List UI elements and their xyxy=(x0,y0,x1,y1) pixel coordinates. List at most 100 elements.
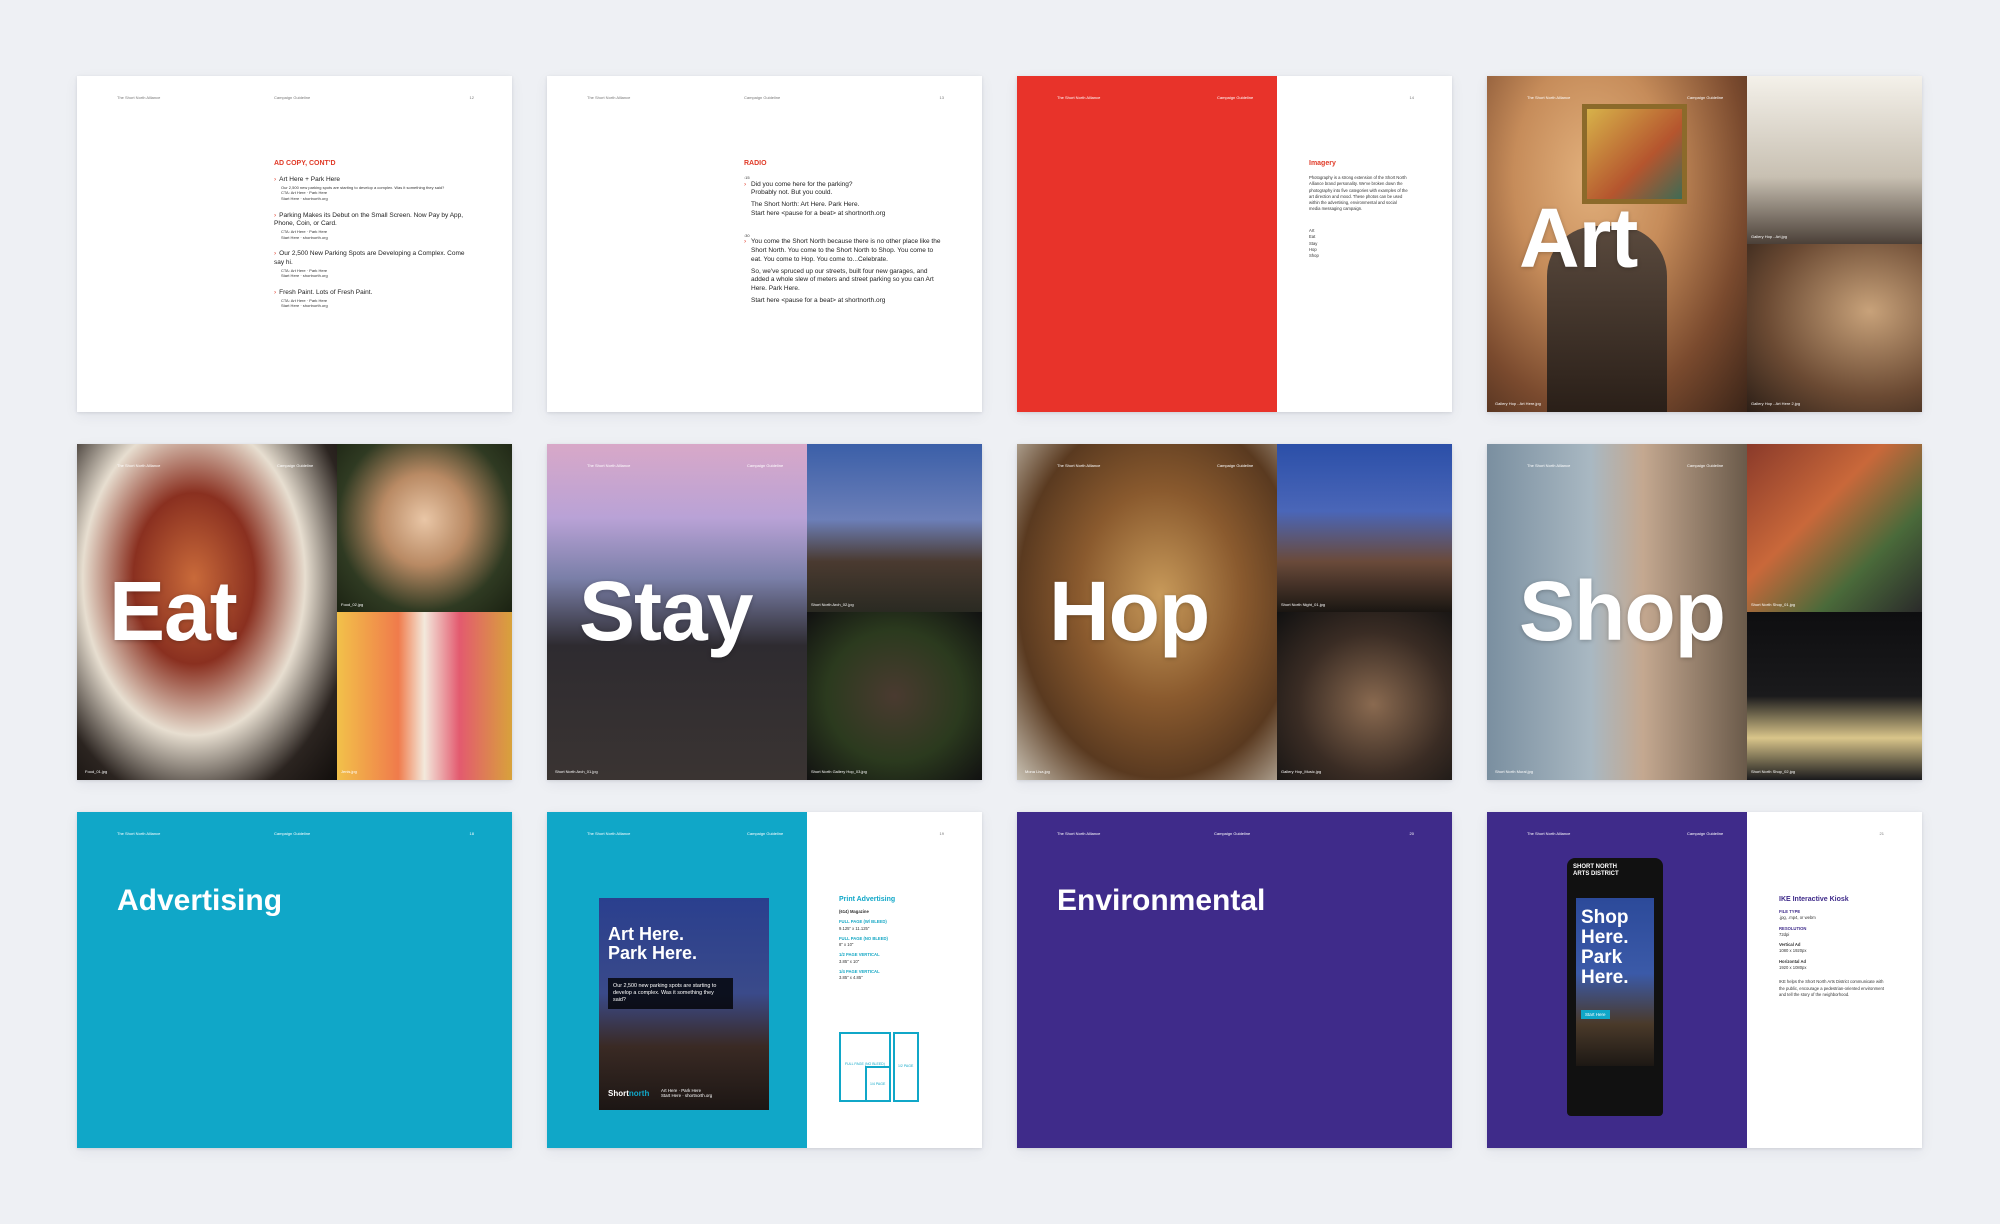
arch-photo xyxy=(807,444,982,612)
category-word: Eat xyxy=(109,564,238,658)
page-environmental[interactable]: The Short North Alliance Campaign Guidel… xyxy=(1017,812,1452,1148)
page-number: 19 xyxy=(939,831,944,836)
page-print-advertising[interactable]: The Short North Alliance Campaign Guidel… xyxy=(547,812,982,1148)
print-ad-mockup: Art Here. Park Here. Our 2,500 new parki… xyxy=(599,898,769,1110)
photo-caption: Short North Gallery Hop_03.jpg xyxy=(811,769,867,774)
section-title: AD COPY, CONT'D xyxy=(274,160,336,167)
page-header-middle: Campaign Guideline xyxy=(274,95,311,100)
page-advertising[interactable]: The Short North Alliance Campaign Guidel… xyxy=(77,812,512,1148)
photo-caption: Short North Shop_01.jpg xyxy=(1751,602,1796,607)
half-page-diagram: 1/2 PAGE xyxy=(893,1032,919,1102)
page-header-middle: Campaign Guideline xyxy=(1687,831,1724,836)
page-header-middle: Campaign Guideline xyxy=(747,831,784,836)
section-title: Advertising xyxy=(117,884,283,917)
page-header-left: The Short North Alliance xyxy=(117,831,161,836)
painter-photo xyxy=(1747,244,1922,412)
page-ad-copy[interactable]: The Short North Alliance Campaign Guidel… xyxy=(77,76,512,412)
page-art[interactable]: The Short North Alliance Campaign Guidel… xyxy=(1487,76,1922,412)
page-shop[interactable]: The Short North Alliance Campaign Guidel… xyxy=(1487,444,1922,780)
photo-caption: Jenis.jpg xyxy=(341,769,357,774)
radio-spots: :15 › Did you come here for the parking?… xyxy=(744,175,941,304)
photo-caption: Food_02.jpg xyxy=(341,602,364,607)
page-header-left: The Short North Alliance xyxy=(1057,831,1101,836)
page-header-middle: Campaign Guideline xyxy=(274,831,311,836)
page-number: 13 xyxy=(939,95,944,100)
page-header-left: The Short North Alliance xyxy=(1527,831,1571,836)
page-header-middle: Campaign Guideline xyxy=(1217,463,1254,468)
kiosk-mockup: SHORT NORTH ARTS DISTRICT Shop Here. Par… xyxy=(1567,858,1663,1116)
quarter-page-diagram: 1/4 PAGE xyxy=(865,1066,891,1102)
photo-caption: Short North Shop_02.jpg xyxy=(1751,769,1796,774)
ad-headline: Art Here. Park Here. xyxy=(608,924,698,963)
page-header-middle: Campaign Guideline xyxy=(747,463,784,468)
category-word: Shop xyxy=(1519,564,1726,658)
page-header-left: The Short North Alliance xyxy=(587,95,631,100)
photo-caption: Gallery Hop - Art.jpg xyxy=(1751,234,1788,239)
print-specs: (614) Magazine FULL PAGE (W/ BLEED) 9.12… xyxy=(839,909,888,981)
kiosk-screen: Shop Here. Park Here. Start Here xyxy=(1576,898,1654,1066)
page-header-middle: Campaign Guideline xyxy=(744,95,781,100)
photo-caption: Short North Arch_02.jpg xyxy=(811,602,854,607)
ad-copy-item: › Our 2,500 New Parking Spots are Develop… xyxy=(274,250,465,279)
page-header-left: The Short North Alliance xyxy=(1057,95,1101,100)
gallery-photo xyxy=(1747,76,1922,244)
ad-copy-item: › Art Here + Park Here Our 2,500 new park… xyxy=(274,176,445,201)
ad-logo: Shortnorth xyxy=(608,1089,650,1098)
section-title: RADIO xyxy=(744,160,767,167)
imagery-list: Art Eat Stay Hop Shop xyxy=(1309,228,1319,259)
page-header-middle: Campaign Guideline xyxy=(1214,831,1251,836)
category-word: Stay xyxy=(579,564,753,658)
ad-cta: Art Here · Park Here Start Here · shortn… xyxy=(661,1087,713,1099)
photo-caption: Short North Night_01.jpg xyxy=(1281,602,1326,607)
ad-subcopy: Our 2,500 new parking spots are starting… xyxy=(608,978,733,1010)
page-number: 18 xyxy=(469,831,474,836)
page-header-left: The Short North Alliance xyxy=(1057,463,1101,468)
red-panel xyxy=(1017,76,1277,412)
photo-caption: Short North Arch_01.jpg xyxy=(555,769,598,774)
page-imagery[interactable]: The Short North Alliance Campaign Guidel… xyxy=(1017,76,1452,412)
kiosk-headline: Shop Here. Park Here. xyxy=(1581,907,1629,988)
category-word: Art xyxy=(1519,191,1638,285)
section-title: Environmental xyxy=(1057,884,1266,917)
page-header-left: The Short North Alliance xyxy=(587,463,631,468)
page-header-left: The Short North Alliance xyxy=(1527,463,1571,468)
page-header-left: The Short North Alliance xyxy=(587,831,631,836)
photo-caption: Gallery Hop - Art Here 2.jpg xyxy=(1751,401,1801,406)
category-word: Hop xyxy=(1049,564,1210,658)
page-number: 21 xyxy=(1879,831,1884,836)
page-header-middle: Campaign Guideline xyxy=(277,463,314,468)
ad-copy-list: › Art Here + Park Here Our 2,500 new park… xyxy=(274,176,474,309)
ad-copy-item: › Fresh Paint. Lots of Fresh Paint. CTA: … xyxy=(274,288,373,309)
page-header-left: The Short North Alliance xyxy=(1527,95,1571,100)
photo-caption: Gallery Hop - Art Here.jpg xyxy=(1495,401,1541,406)
page-number: 12 xyxy=(469,95,474,100)
page-kiosk[interactable]: The Short North Alliance Campaign Guidel… xyxy=(1487,812,1922,1148)
page-eat[interactable]: The Short North Alliance Campaign Guidel… xyxy=(77,444,512,780)
kiosk-start-button: Start Here xyxy=(1581,1010,1610,1019)
page-header-middle: Campaign Guideline xyxy=(1687,463,1724,468)
photo-caption: Gallery Hop_Music.jpg xyxy=(1281,769,1322,774)
page-hop[interactable]: The Short North Alliance Campaign Guidel… xyxy=(1017,444,1452,780)
musician-photo xyxy=(1277,612,1452,780)
photo-caption: Mona Lisa.jpg xyxy=(1025,769,1050,774)
shop-interior-photo xyxy=(1747,444,1922,612)
imagery-body: Photography is a strong extension of the… xyxy=(1309,175,1408,212)
page-header-middle: Campaign Guideline xyxy=(1217,95,1254,100)
storefront-photo xyxy=(1747,612,1922,780)
section-title: Imagery xyxy=(1309,160,1336,167)
section-title: IKE Interactive Kiosk xyxy=(1779,896,1849,903)
portrait-photo xyxy=(807,612,982,780)
page-header-left: The Short North Alliance xyxy=(117,463,161,468)
page-header-middle: Campaign Guideline xyxy=(1687,95,1724,100)
kiosk-specs: FILE TYPE .jpg, .mp4, or webm RESOLUTION… xyxy=(1779,909,1884,997)
page-header-left: The Short North Alliance xyxy=(117,95,161,100)
photo-caption: Short North Mural.jpg xyxy=(1495,769,1534,774)
page-number: 14 xyxy=(1409,95,1414,100)
kiosk-header: SHORT NORTH ARTS DISTRICT xyxy=(1573,864,1619,878)
waitress-photo xyxy=(337,444,512,612)
section-title: Print Advertising xyxy=(839,896,896,903)
page-number: 20 xyxy=(1409,831,1414,836)
page-radio[interactable]: The Short North Alliance Campaign Guidel… xyxy=(547,76,982,412)
page-stay[interactable]: The Short North Alliance Campaign Guidel… xyxy=(547,444,982,780)
night-street-photo xyxy=(1277,444,1452,612)
